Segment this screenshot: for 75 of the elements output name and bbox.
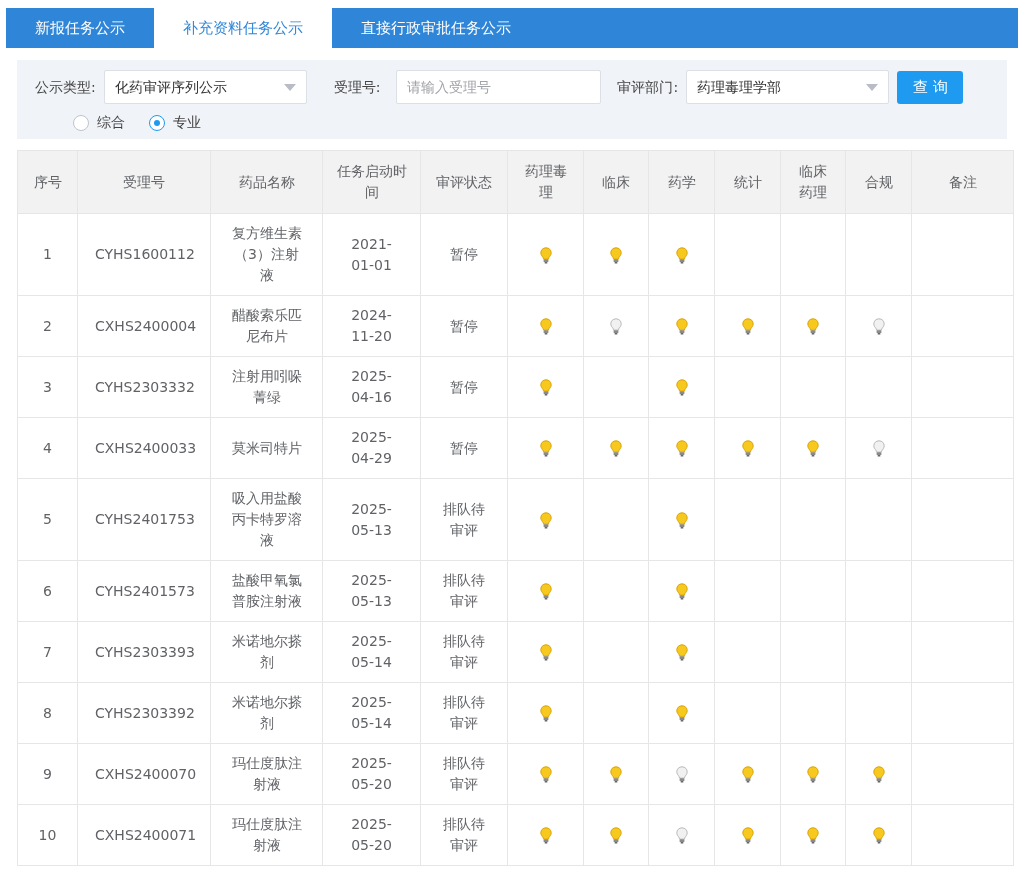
acceptance-number: CYHS2401753 (77, 478, 211, 561)
review-status: 暂停 (420, 356, 508, 418)
start-date: 2025-05-13 (322, 560, 421, 622)
review-status: 排队待审评 (420, 478, 508, 561)
start-date: 2025-04-29 (322, 417, 421, 479)
start-date: 2025-05-20 (322, 804, 421, 866)
acceptance-number: CYHS2303392 (77, 682, 211, 744)
caret-icon (866, 83, 879, 91)
drug-name: 醋酸索乐匹尼布片 (210, 295, 323, 357)
row-number: 6 (17, 560, 78, 622)
drug-name: 盐酸甲氧氯普胺注射液 (210, 560, 323, 622)
row-number: 8 (17, 682, 78, 744)
acceptance-number: CYHS2303332 (77, 356, 211, 418)
column-header: 临床 (583, 150, 649, 214)
review-status: 暂停 (420, 417, 508, 479)
drug-name: 米诺地尔搽剂 (210, 621, 323, 683)
column-header: 统计 (714, 150, 781, 214)
radio-option[interactable]: 专业 (149, 112, 201, 133)
column-header: 受理号 (77, 150, 211, 214)
acceptance-number: CXHS2400004 (77, 295, 211, 357)
start-date: 2025-05-14 (322, 682, 421, 744)
acceptance-number: CXHS2400071 (77, 804, 211, 866)
start-date: 2025-04-16 (322, 356, 421, 418)
drug-name: 米诺地尔搽剂 (210, 682, 323, 744)
column-header: 药理毒理 (507, 150, 584, 214)
start-date: 2021-01-01 (322, 213, 421, 296)
row-number: 3 (17, 356, 78, 418)
drug-name: 莫米司特片 (210, 417, 323, 479)
column-header: 备注 (911, 150, 1014, 214)
drug-name: 吸入用盐酸丙卡特罗溶液 (210, 478, 323, 561)
acceptance-number: CYHS2303393 (77, 621, 211, 683)
tab[interactable]: 新报任务公示 (6, 8, 154, 48)
row-number: 10 (17, 804, 78, 866)
type-label: 公示类型: (35, 77, 96, 97)
type-dropdown[interactable]: 化药审评序列公示 (103, 70, 307, 104)
drug-name: 玛仕度肽注射液 (210, 804, 323, 866)
start-date: 2024-11-20 (322, 295, 421, 357)
review-status: 排队待审评 (420, 804, 508, 866)
column-header: 药学 (648, 150, 715, 214)
row-number: 4 (17, 417, 78, 479)
acceptance-number: CXHS2400070 (77, 743, 211, 805)
column-header: 任务启动时间 (322, 150, 421, 214)
review-status: 暂停 (420, 295, 508, 357)
caret-icon (283, 83, 296, 91)
number-input-field[interactable]: 请输入受理号 (396, 70, 602, 104)
column-header: 序号 (17, 150, 78, 214)
review-status: 排队待审评 (420, 621, 508, 683)
drug-name: 复方维生素（3）注射液 (210, 213, 323, 296)
column-header: 临床药理 (780, 150, 846, 214)
row-number: 2 (17, 295, 78, 357)
start-date: 2025-05-14 (322, 621, 421, 683)
review-status: 排队待审评 (420, 743, 508, 805)
drug-name: 注射用吲哚菁绿 (210, 356, 323, 418)
start-date: 2025-05-20 (322, 743, 421, 805)
acceptance-number: CYHS2401573 (77, 560, 211, 622)
row-number: 7 (17, 621, 78, 683)
review-status: 排队待审评 (420, 560, 508, 622)
review-status: 排队待审评 (420, 682, 508, 744)
department-dropdown[interactable]: 药理毒理学部 (686, 70, 890, 104)
tab[interactable]: 补充资料任务公示 (154, 8, 332, 48)
row-number: 9 (17, 743, 78, 805)
row-number: 1 (17, 213, 78, 296)
column-header: 审评状态 (420, 150, 508, 214)
acceptance-number: CYHS1600112 (77, 213, 211, 296)
row-number: 5 (17, 478, 78, 561)
review-status: 暂停 (420, 213, 508, 296)
number-label: 受理号: (333, 77, 381, 97)
start-date: 2025-05-13 (322, 478, 421, 561)
radio-option[interactable]: 综合 (73, 112, 125, 133)
column-header: 合规 (845, 150, 912, 214)
department-label: 审评部门: (617, 77, 679, 97)
tab[interactable]: 直接行政审批任务公示 (332, 8, 540, 48)
acceptance-number: CXHS2400033 (77, 417, 211, 479)
column-header: 药品名称 (210, 150, 323, 214)
drug-name: 玛仕度肽注射液 (210, 743, 323, 805)
